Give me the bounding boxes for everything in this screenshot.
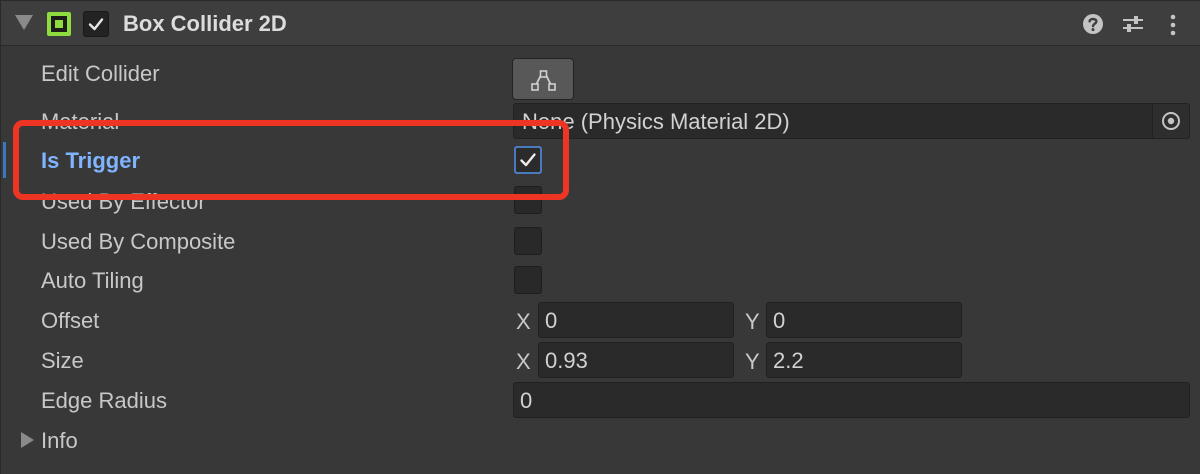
size-x-label[interactable]: X — [516, 349, 531, 375]
used-by-effector-checkbox[interactable] — [514, 186, 542, 214]
used-by-effector-label: Used By Effector — [41, 189, 206, 214]
used-by-composite-checkbox[interactable] — [514, 227, 542, 255]
offset-y-value: 0 — [773, 308, 786, 333]
is-trigger-label: Is Trigger — [41, 148, 141, 173]
box-collider-2d-icon — [47, 12, 71, 36]
auto-tiling-label: Auto Tiling — [41, 268, 144, 293]
offset-y-field[interactable]: 0 — [766, 302, 962, 338]
box-collider-2d-inspector: Box Collider 2D Edit Collider Material N… — [0, 0, 1200, 474]
foldout-collapsed-icon[interactable] — [21, 432, 34, 448]
object-picker-icon — [1162, 112, 1180, 130]
checkmark-icon — [520, 153, 536, 167]
offset-y-label[interactable]: Y — [745, 309, 760, 335]
kebab-menu-icon[interactable] — [1163, 13, 1183, 37]
size-y-label[interactable]: Y — [745, 349, 760, 375]
size-x-field[interactable]: 0.93 — [538, 342, 734, 378]
edit-collider-label: Edit Collider — [41, 61, 160, 86]
edge-radius-label: Edge Radius — [41, 388, 167, 413]
material-label: Material — [41, 109, 120, 134]
material-object-field[interactable]: None (Physics Material 2D) — [513, 103, 1190, 139]
material-value: None (Physics Material 2D) — [522, 109, 790, 134]
checkmark-icon — [88, 18, 104, 31]
component-title: Box Collider 2D — [123, 11, 287, 36]
offset-x-label[interactable]: X — [516, 309, 531, 335]
edge-radius-field[interactable]: 0 — [513, 382, 1190, 418]
presets-icon[interactable] — [1121, 13, 1145, 35]
size-y-field[interactable]: 2.2 — [766, 342, 962, 378]
object-picker-button[interactable] — [1152, 104, 1189, 138]
is-trigger-checkbox[interactable] — [514, 146, 542, 174]
edit-collider-button[interactable] — [512, 58, 574, 100]
component-enabled-checkbox[interactable] — [83, 11, 109, 37]
edit-collider-icon — [531, 70, 556, 91]
focused-row-indicator — [3, 142, 6, 178]
foldout-expanded-icon[interactable] — [15, 15, 33, 30]
info-foldout-label[interactable]: Info — [41, 428, 78, 454]
auto-tiling-checkbox[interactable] — [514, 266, 542, 294]
edge-radius-value: 0 — [520, 388, 533, 413]
component-header[interactable]: Box Collider 2D — [1, 0, 1200, 46]
offset-label: Offset — [41, 308, 100, 333]
help-icon[interactable] — [1082, 13, 1104, 35]
offset-x-value: 0 — [545, 308, 558, 333]
offset-x-field[interactable]: 0 — [538, 302, 734, 338]
used-by-composite-label: Used By Composite — [41, 229, 236, 254]
size-label: Size — [41, 348, 84, 373]
size-x-value: 0.93 — [545, 348, 588, 373]
size-y-value: 2.2 — [773, 348, 804, 373]
